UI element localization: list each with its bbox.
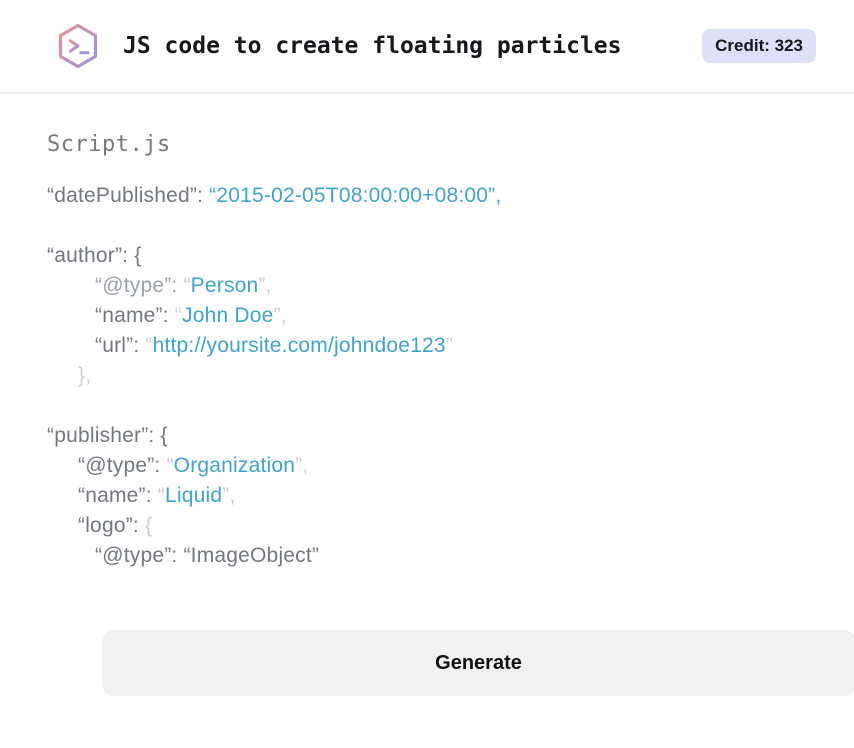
code-line: “@type”: “Organization”, (47, 451, 808, 481)
code-token-key: “author”: { (47, 244, 142, 267)
code-token-value: Liquid (165, 484, 223, 507)
code-line: “name”: “Liquid”, (47, 481, 808, 511)
code-token-faded: “ (166, 454, 174, 477)
code-token-key: “name”: (95, 304, 175, 327)
code-line: “publisher”: { (47, 421, 808, 451)
main-content: Script.js “datePublished”: “2015-02-05T0… (0, 94, 854, 696)
code-token-value: Organization (173, 454, 296, 477)
page-title: JS code to create floating particles (123, 33, 622, 59)
code-block: “datePublished”: “2015-02-05T08:00:00+08… (47, 181, 808, 571)
code-line: “datePublished”: “2015-02-05T08:00:00+08… (47, 181, 808, 211)
code-line: }, (47, 361, 808, 391)
code-token-value: Person (190, 274, 259, 297)
code-token-key: “@type”: (78, 454, 167, 477)
terminal-logo-icon (58, 23, 98, 69)
code-token-keylight: “@type”: (95, 274, 184, 297)
code-token-value: John Doe (182, 304, 274, 327)
credit-badge: Credit: 323 (702, 29, 816, 63)
code-token-faded: }, (78, 364, 92, 387)
code-line: “name”: “John Doe”, (47, 301, 808, 331)
code-token-faded: { (144, 514, 153, 537)
code-token-key: “publisher”: { (47, 424, 168, 447)
code-token-key: “@type”: “ImageObject” (95, 544, 320, 567)
code-token-value: http://yoursite.com/johndoe123 (152, 334, 446, 357)
code-token-faded: “ (174, 304, 182, 327)
code-token-faded: ”, (222, 484, 236, 507)
code-token-faded: ” (445, 334, 453, 357)
code-line: “author”: { (47, 241, 808, 271)
code-token-key: “url”: (95, 334, 146, 357)
code-token-key: “name”: (78, 484, 158, 507)
code-token-faded: ”, (273, 304, 287, 327)
code-token-faded: “ (183, 274, 191, 297)
code-line: “@type”: “ImageObject” (47, 541, 808, 571)
code-token-faded: “ (145, 334, 153, 357)
code-token-faded: ”, (258, 274, 272, 297)
code-token-faded: ”, (295, 454, 309, 477)
code-token-value: “2015-02-05T08:00:00+08:00”, (209, 184, 502, 207)
code-token-key: “logo”: (78, 514, 145, 537)
file-name-heading: Script.js (47, 132, 171, 157)
code-token-key: “datePublished”: (47, 184, 210, 207)
code-line: “@type”: “Person”, (47, 271, 808, 301)
code-line: “logo”: { (47, 511, 808, 541)
code-line: “url”: “http://yoursite.com/johndoe123” (47, 331, 808, 361)
generate-button[interactable]: Generate (102, 630, 854, 696)
code-token-faded: “ (157, 484, 165, 507)
header: JS code to create floating particles Cre… (0, 0, 854, 94)
